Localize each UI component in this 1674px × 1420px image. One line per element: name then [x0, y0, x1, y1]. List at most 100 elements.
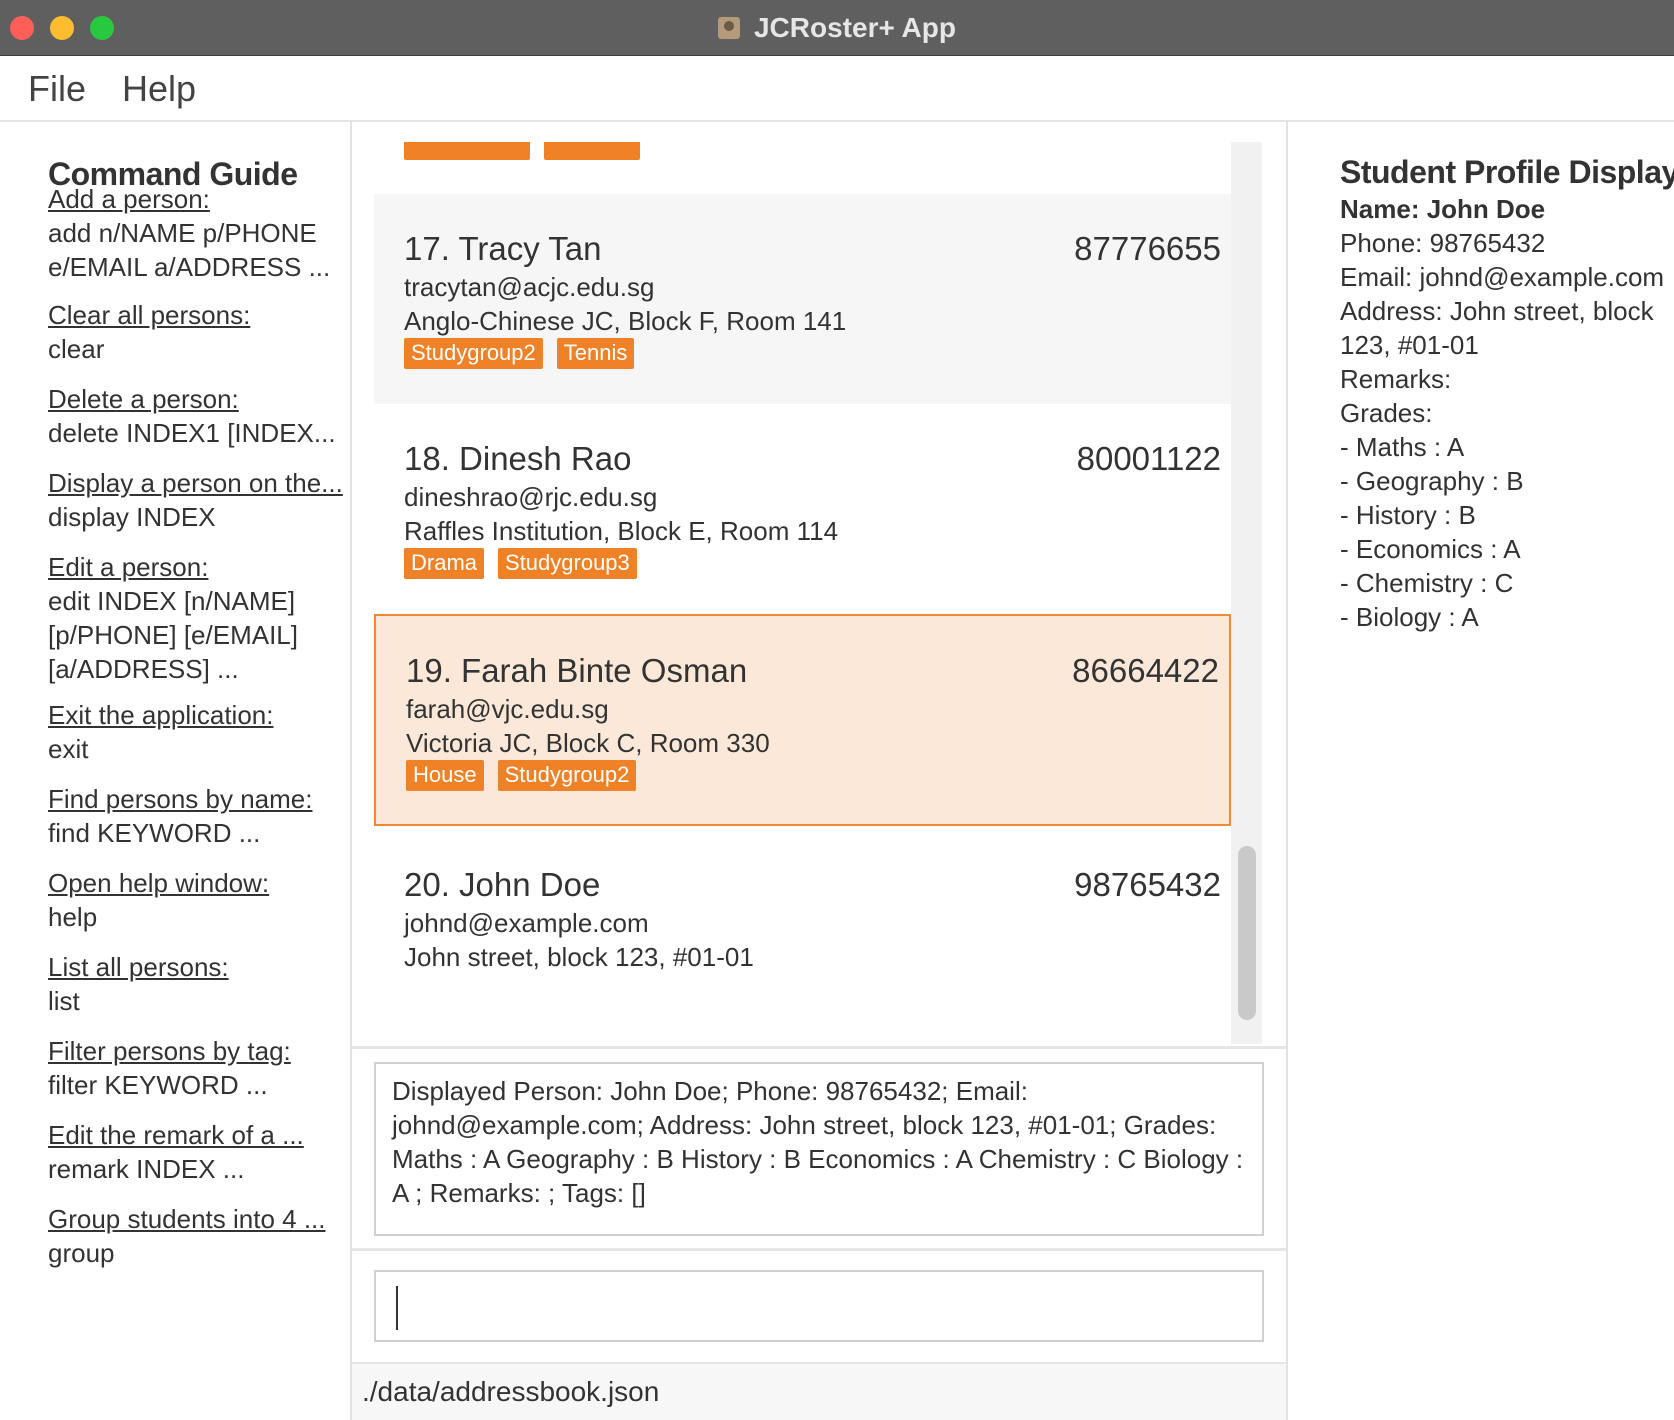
- command-input[interactable]: [374, 1270, 1264, 1342]
- profile-grade: - History : B: [1340, 500, 1476, 530]
- profile-grade: - Geography : B: [1340, 466, 1524, 496]
- command-label: Add a person:: [48, 184, 210, 214]
- command-entry: Exit the application: exit: [48, 698, 348, 766]
- tag: House: [406, 760, 484, 791]
- command-usage: display INDEX: [48, 502, 216, 532]
- tag-clipped: [544, 142, 640, 160]
- profile-title: Student Profile Display:: [1340, 154, 1674, 190]
- profile-grade: - Economics : A: [1340, 534, 1521, 564]
- person-card[interactable]: 20. John Doe 98765432 johnd@example.com …: [374, 826, 1231, 1044]
- person-phone: 98765432: [1074, 866, 1221, 903]
- person-email: dineshrao@rjc.edu.sg: [404, 482, 658, 512]
- command-guide-panel: Command Guide Add a person: add n/NAME p…: [0, 122, 352, 1420]
- tag-list: Studygroup2 Tennis: [404, 338, 635, 369]
- command-usage: list: [48, 986, 80, 1016]
- menu-file[interactable]: File: [28, 68, 86, 110]
- profile-grade: - Biology : A: [1340, 602, 1479, 632]
- tag: Studygroup2: [497, 760, 637, 791]
- command-usage: find KEYWORD ...: [48, 818, 261, 848]
- person-phone: 86664422: [1072, 652, 1219, 689]
- command-entry: Find persons by name: find KEYWORD ...: [48, 782, 348, 850]
- command-label: Edit the remark of a ...: [48, 1120, 304, 1150]
- command-usage: add n/NAME p/PHONE e/EMAIL a/ADDRESS ...: [48, 218, 331, 282]
- person-card[interactable]: 17. Tracy Tan 87776655 tracytan@acjc.edu…: [374, 194, 1231, 404]
- person-card[interactable]: 18. Dinesh Rao 80001122 dineshrao@rjc.ed…: [374, 404, 1231, 614]
- command-label: Find persons by name:: [48, 784, 313, 814]
- command-label: Clear all persons:: [48, 300, 251, 330]
- person-list[interactable]: 17. Tracy Tan 87776655 tracytan@acjc.edu…: [374, 142, 1262, 1044]
- result-display[interactable]: Displayed Person: John Doe; Phone: 98765…: [374, 1062, 1264, 1236]
- window-title: JCRoster+ App: [753, 12, 956, 43]
- student-profile-panel: Student Profile Display: Name: John Doe …: [1286, 122, 1674, 1420]
- person-card-selected[interactable]: 19. Farah Binte Osman 86664422 farah@vjc…: [374, 614, 1231, 826]
- profile-phone: Phone: 98765432: [1340, 228, 1546, 258]
- command-label: Group students into 4 ...: [48, 1204, 326, 1234]
- person-card-partial[interactable]: [374, 142, 1231, 162]
- tag-list: House Studygroup2: [406, 760, 637, 791]
- main-panel: 17. Tracy Tan 87776655 tracytan@acjc.edu…: [352, 122, 1286, 1420]
- command-label: Filter persons by tag:: [48, 1036, 291, 1066]
- command-label: Open help window:: [48, 868, 270, 898]
- text-caret: [396, 1286, 398, 1330]
- command-label: Exit the application:: [48, 700, 274, 730]
- list-scrollbar[interactable]: [1231, 142, 1262, 1044]
- person-address: Victoria JC, Block C, Room 330: [406, 728, 770, 758]
- person-name: 18. Dinesh Rao: [404, 440, 632, 477]
- command-label: Delete a person:: [48, 384, 239, 414]
- command-entry: List all persons: list: [48, 950, 348, 1018]
- tag: Tennis: [556, 338, 635, 369]
- menu-bar: File Help: [0, 56, 1674, 122]
- profile-remarks: Remarks:: [1340, 364, 1452, 394]
- result-text: Displayed Person: John Doe; Phone: 98765…: [392, 1076, 1244, 1208]
- command-entry: Open help window: help: [48, 866, 348, 934]
- command-usage: clear: [48, 334, 105, 364]
- command-usage: filter KEYWORD ...: [48, 1070, 268, 1100]
- tag-clipped: [404, 142, 530, 160]
- scrollbar-thumb[interactable]: [1238, 846, 1256, 1020]
- person-name: 19. Farah Binte Osman: [406, 652, 748, 689]
- divider: [352, 1046, 1286, 1049]
- command-entry: Filter persons by tag: filter KEYWORD ..…: [48, 1034, 348, 1102]
- person-address: John street, block 123, #01-01: [404, 942, 754, 972]
- command-usage: edit INDEX [n/NAME] [p/PHONE] [e/EMAIL] …: [48, 586, 298, 684]
- status-bar: ./data/addressbook.json: [352, 1362, 1286, 1420]
- person-email: farah@vjc.edu.sg: [406, 694, 609, 724]
- command-usage: group: [48, 1238, 115, 1268]
- command-entry: Clear all persons: clear: [48, 298, 348, 366]
- person-name: 20. John Doe: [404, 866, 601, 903]
- person-phone: 87776655: [1074, 230, 1221, 267]
- command-entry: Add a person: add n/NAME p/PHONE e/EMAIL…: [48, 182, 348, 284]
- profile-address: Address: John street, block 123, #01-01: [1340, 296, 1654, 360]
- command-label: Display a person on the...: [48, 468, 343, 498]
- command-label: Edit a person:: [48, 552, 209, 582]
- person-address: Anglo-Chinese JC, Block F, Room 141: [404, 306, 847, 336]
- tag: Studygroup3: [498, 548, 637, 579]
- tag-list: Drama Studygroup3: [404, 548, 637, 579]
- tag-list: [404, 142, 640, 160]
- person-email: tracytan@acjc.edu.sg: [404, 272, 655, 302]
- profile-email: Email: johnd@example.com: [1340, 262, 1665, 292]
- profile-grade: - Maths : A: [1340, 432, 1465, 462]
- divider: [352, 1248, 1286, 1251]
- command-usage: delete INDEX1 [INDEX...: [48, 418, 336, 448]
- profile-grades-label: Grades:: [1340, 398, 1433, 428]
- command-usage: exit: [48, 734, 89, 764]
- command-entry: Delete a person: delete INDEX1 [INDEX...: [48, 382, 348, 450]
- command-entry: Edit the remark of a ... remark INDEX ..…: [48, 1118, 348, 1186]
- command-entry: Edit a person: edit INDEX [n/NAME] [p/PH…: [48, 550, 348, 686]
- person-phone: 80001122: [1076, 440, 1221, 477]
- profile-name: Name: John Doe: [1340, 194, 1546, 224]
- title-bar: JCRoster+ App: [0, 0, 1674, 56]
- command-usage: help: [48, 902, 98, 932]
- command-entry: Display a person on the... display INDEX: [48, 466, 348, 534]
- person-name: 17. Tracy Tan: [404, 230, 602, 267]
- command-usage: remark INDEX ...: [48, 1154, 245, 1184]
- command-entry: Group students into 4 ... group: [48, 1202, 348, 1270]
- person-address: Raffles Institution, Block E, Room 114: [404, 516, 839, 546]
- profile-grade: - Chemistry : C: [1340, 568, 1514, 598]
- command-label: List all persons:: [48, 952, 229, 982]
- tag: Studygroup2: [404, 338, 543, 369]
- app-icon: [717, 17, 740, 39]
- tag: Drama: [404, 548, 485, 579]
- menu-help[interactable]: Help: [122, 68, 196, 110]
